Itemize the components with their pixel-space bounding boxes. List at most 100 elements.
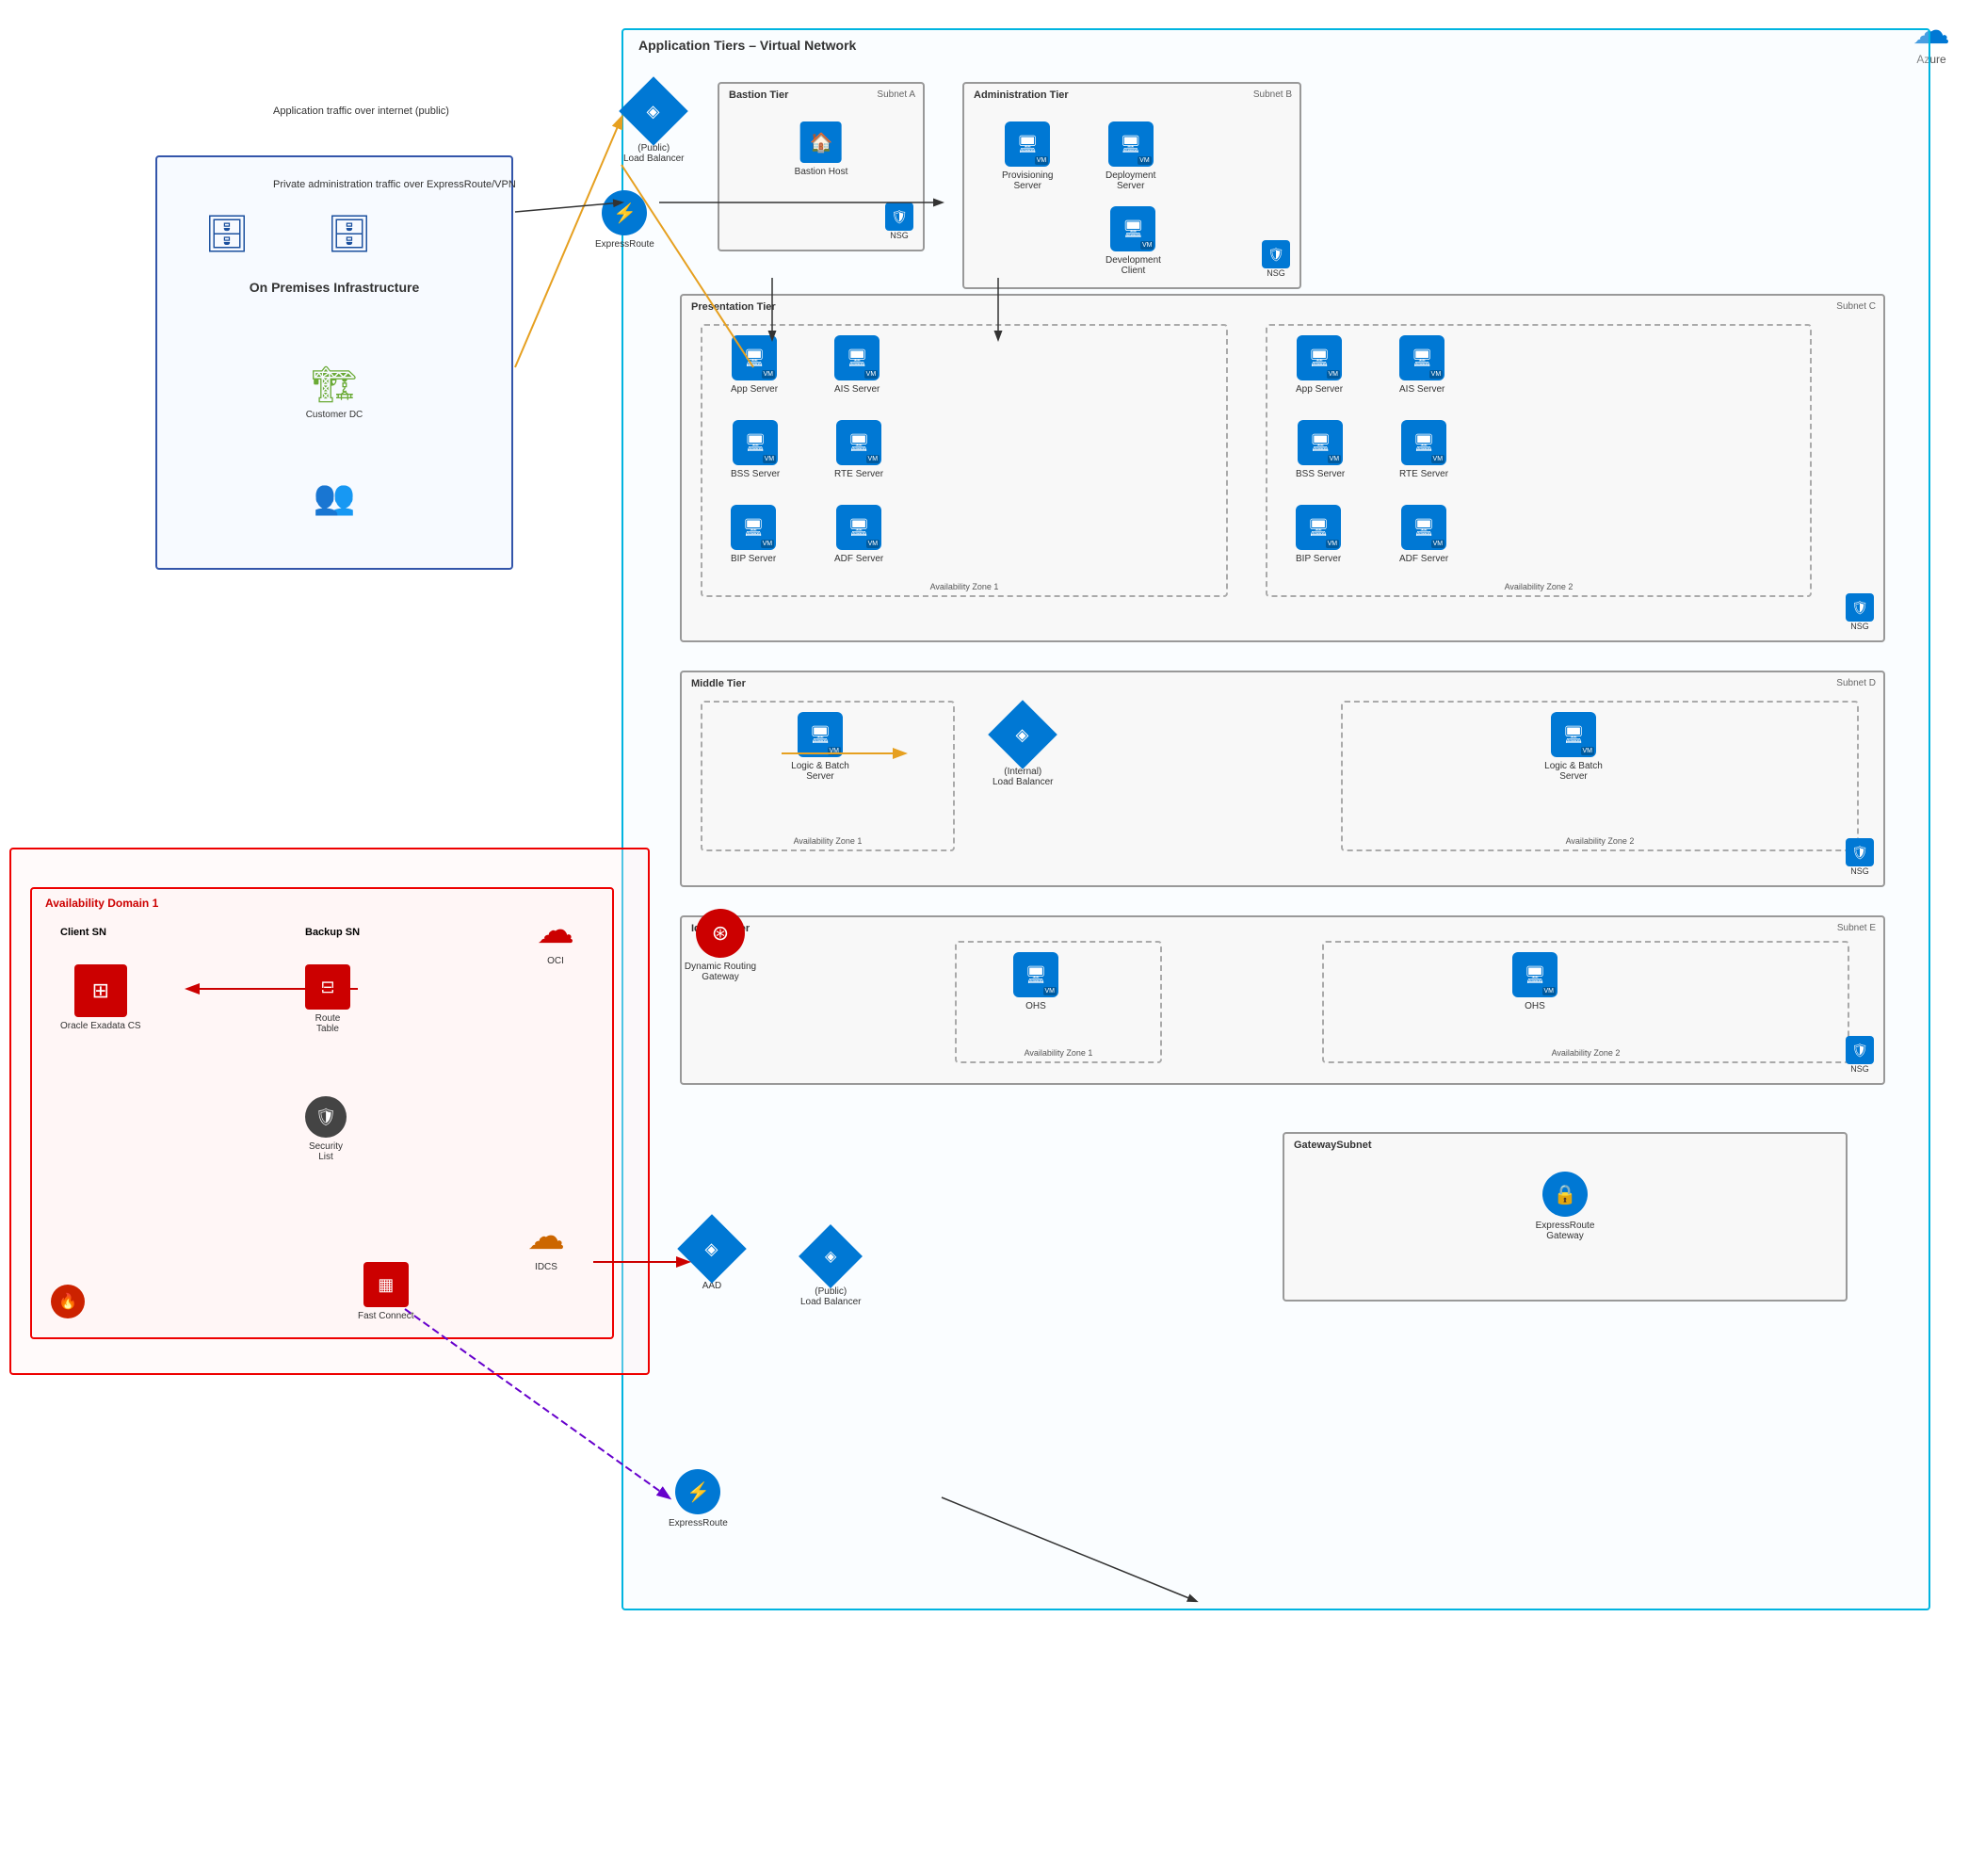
deployment-server-icon: 🖥VM	[1108, 121, 1154, 167]
pres-az2-rte-icon: 🖥VM	[1401, 420, 1446, 465]
pres-az1-ais-icon: 🖥VM	[834, 335, 880, 380]
security-list-item: 🛡 SecurityList	[305, 1096, 347, 1162]
provisioning-server-label: ProvisioningServer	[1002, 170, 1053, 191]
pres-az1-bss-label: BSS Server	[731, 469, 780, 479]
admin-nsg: 🛡 NSG	[1262, 240, 1290, 278]
bottom-expressroute-item: ⚡ ExpressRoute	[669, 1469, 728, 1528]
oci-cloud-label: OCI	[547, 956, 564, 966]
pres-az1-rte-label: RTE Server	[834, 469, 883, 479]
azure-expressroute-item: ⚡ ExpressRoute	[595, 190, 654, 250]
pres-az2-app-icon: 🖥VM	[1297, 335, 1342, 380]
admin-subnet-label: Subnet B	[1253, 89, 1292, 100]
app-tiers-box: Application Tiers – Virtual Network Bast…	[621, 28, 1930, 1610]
development-client-icon: 🖥VM	[1110, 206, 1155, 251]
client-sn-label: Client SN	[60, 927, 106, 938]
on-premises-title-text: On Premises Infrastructure	[250, 280, 420, 295]
pres-az2-ais-icon: 🖥VM	[1399, 335, 1444, 380]
pres-az1-app-server-icon: 🖥VM	[732, 335, 777, 380]
identity-az1-server: 🖥VM OHS	[1013, 952, 1058, 1011]
expressroute-gateway-icon: 🔒	[1542, 1172, 1588, 1217]
drg-icon: ⊛	[696, 909, 745, 958]
identity-public-lb-item: ◈ (Public)Load Balancer	[800, 1234, 862, 1307]
pres-az1-adf-server: 🖥VM ADF Server	[834, 505, 883, 564]
bastion-host-item: 🏠 Bastion Host	[795, 121, 848, 177]
customer-dc-item: 🏗 Customer DC	[306, 364, 363, 420]
drg-label: Dynamic Routing Gateway	[678, 962, 763, 982]
identity-az2: 🖥VM OHS Availability Zone 2	[1322, 941, 1849, 1063]
pres-az1-ais-server: 🖥VM AIS Server	[834, 335, 880, 395]
bottom-expressroute-label: ExpressRoute	[669, 1518, 728, 1528]
customer-dc-icon: 🏗	[312, 364, 357, 406]
pres-az1-bss-server: 🖥VM BSS Server	[731, 420, 780, 479]
identity-public-lb-icon: ◈	[799, 1224, 863, 1288]
pres-az2-bss-server: 🖥VM BSS Server	[1296, 420, 1345, 479]
on-premises-box: 🗄 🗄 On Premises Infrastructure 🏗 Custome…	[155, 155, 513, 570]
pres-nsg-label: NSG	[1850, 622, 1869, 631]
pres-az1-bip-server: 🖥VM BIP Server	[731, 505, 776, 564]
oci-cloud-icon: ☁	[537, 909, 574, 952]
fast-connect-item: ▦ Fast Connect	[358, 1262, 413, 1321]
users-icon: 👥	[314, 477, 356, 517]
expressroute-gateway-label: ExpressRoute Gateway	[1523, 1221, 1607, 1241]
pres-az1-bip-icon: 🖥VM	[731, 505, 776, 550]
provisioning-server-icon: 🖥VM	[1005, 121, 1050, 167]
pres-az1-app-server-label: App Server	[731, 384, 778, 395]
deployment-server-item: 🖥VM DeploymentServer	[1106, 121, 1155, 191]
public-lb-label: (Public)Load Balancer	[623, 143, 685, 164]
identity-az2-server-label: OHS	[1525, 1001, 1545, 1011]
public-lb-icon: ◈	[619, 76, 688, 146]
pres-az1-adf-label: ADF Server	[834, 554, 883, 564]
deployment-server-label: DeploymentServer	[1106, 170, 1155, 191]
middle-subnet-label: Subnet D	[1836, 678, 1876, 688]
pres-az2-bss-label: BSS Server	[1296, 469, 1345, 479]
admin-traffic-label: Private administration traffic over Expr…	[273, 179, 516, 190]
bastion-subnet-label: Subnet A	[877, 89, 915, 100]
admin-tier-title: Administration Tier	[974, 89, 1069, 101]
pres-az2-app-label: App Server	[1296, 384, 1343, 395]
identity-az1-server-label: OHS	[1025, 1001, 1046, 1011]
customer-dc-label: Customer DC	[306, 410, 363, 420]
expressroute-gateway-item: 🔒 ExpressRoute Gateway	[1523, 1172, 1607, 1241]
middle-tier-title: Middle Tier	[691, 678, 746, 689]
route-table-item: ⊟ RouteTable	[305, 964, 350, 1034]
bastion-host-icon: 🏠	[800, 121, 842, 163]
on-premises-infra2-icon: 🗄	[327, 214, 372, 255]
pres-az2-ais-server: 🖥VM AIS Server	[1399, 335, 1444, 395]
bastion-nsg-icon: 🛡	[885, 202, 913, 231]
middle-nsg: 🛡 NSG	[1846, 838, 1874, 876]
presentation-subnet-label: Subnet C	[1836, 301, 1876, 312]
bastion-tier-title: Bastion Tier	[729, 89, 788, 101]
middle-az1-label: Availability Zone 1	[794, 836, 863, 846]
presentation-az1: 🖥VM App Server 🖥VM AIS Server 🖥VM BSS Se…	[701, 324, 1228, 597]
middle-az2-label: Availability Zone 2	[1566, 836, 1635, 846]
pres-az1-adf-icon: 🖥VM	[836, 505, 881, 550]
fast-connect-icon: ▦	[363, 1262, 409, 1307]
app-tiers-title: Application Tiers – Virtual Network	[638, 38, 856, 53]
firewall-icon: 🔥	[51, 1285, 85, 1318]
users-item: 👥	[314, 477, 356, 517]
pres-nsg-icon: 🛡	[1846, 593, 1874, 622]
on-premises-infra2: 🗄	[327, 214, 372, 255]
on-premises-infra1: 🗄	[204, 214, 250, 255]
security-list-label: SecurityList	[309, 1141, 343, 1162]
identity-nsg-label: NSG	[1850, 1064, 1869, 1074]
security-list-icon: 🛡	[305, 1096, 347, 1138]
middle-az2-server-icon: 🖥VM	[1551, 712, 1596, 757]
development-client-item: 🖥VM DevelopmentClient	[1106, 206, 1161, 276]
oracle-exadata-icon: ⊞	[74, 964, 127, 1017]
firewall-item: 🔥	[51, 1285, 85, 1318]
identity-az2-server-icon: 🖥VM	[1512, 952, 1557, 997]
aad-item: ◈ AAD	[687, 1224, 736, 1291]
identity-public-lb-label: (Public)Load Balancer	[800, 1286, 862, 1307]
bottom-expressroute-icon: ⚡	[675, 1469, 720, 1514]
pres-az1-rte-icon: 🖥VM	[836, 420, 881, 465]
identity-az1-server-icon: 🖥VM	[1013, 952, 1058, 997]
drg-item: ⊛ Dynamic Routing Gateway	[678, 909, 763, 982]
oracle-exadata-label: Oracle Exadata CS	[60, 1021, 141, 1031]
pres-az2-bip-label: BIP Server	[1296, 554, 1341, 564]
middle-az1-server-icon: 🖥VM	[798, 712, 843, 757]
pres-az2-bip-icon: 🖥VM	[1296, 505, 1341, 550]
pres-az2-rte-server: 🖥VM RTE Server	[1399, 420, 1448, 479]
middle-tier-box: Middle Tier Subnet D ◈ (Internal)Load Ba…	[680, 671, 1885, 887]
pres-az2-adf-icon: 🖥VM	[1401, 505, 1446, 550]
